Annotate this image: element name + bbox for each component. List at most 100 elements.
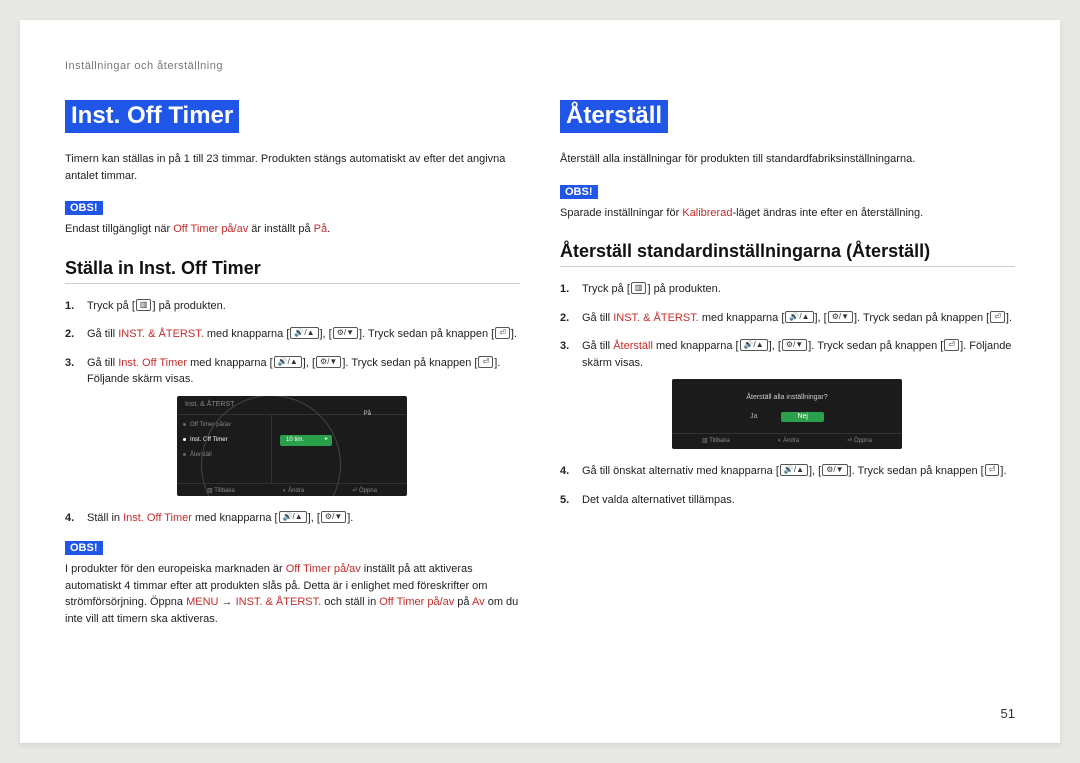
right-column: Återställ Återställ alla inställningar f… [560, 100, 1015, 647]
osd-footer-item: ▥ Tillbaka [702, 437, 730, 446]
text: Ställ in [87, 512, 123, 524]
osd-question: Återställ alla inställningar? [672, 379, 902, 412]
text: Gå till önskat alternativ med knapparna … [582, 465, 779, 477]
text: ] på produkten. [647, 283, 720, 295]
channel-down-icon: ⚙/▼ [782, 339, 807, 351]
accent-text: INST. & ÅTERST. [236, 596, 322, 608]
text: ], [ [303, 357, 315, 369]
right-subheading: Återställ standardinställningarna (Åters… [560, 241, 1015, 267]
manual-page: Inställningar och återställning Inst. Of… [20, 20, 1060, 743]
page-number: 51 [1001, 706, 1015, 721]
osd-option-yes: Ja [750, 412, 757, 423]
text: ]. Tryck sedan på knappen [ [359, 328, 494, 340]
accent-text: Off Timer på/av [173, 223, 248, 235]
page-header: Inställningar och återställning [65, 60, 1015, 72]
content-columns: Inst. Off Timer Timern kan ställas in på… [65, 100, 1015, 647]
text: med knapparna [ [187, 357, 273, 369]
text: -läget ändras inte efter en återställnin… [732, 207, 923, 219]
volume-up-icon: 🔊/▲ [785, 311, 813, 323]
text: ], [ [809, 465, 821, 477]
step-item: Gå till önskat alternativ med knapparna … [560, 463, 1015, 480]
accent-text: På [314, 223, 327, 235]
step-item: Gå till Återställ med knapparna [🔊/▲], [… [560, 338, 1015, 449]
accent-text: Off Timer på/av [379, 596, 454, 608]
text: ]. Tryck sedan på knappen [ [808, 340, 943, 352]
osd-screenshot-right: Återställ alla inställningar? Ja Nej ▥ T… [672, 379, 902, 449]
text: I produkter för den europeiska marknaden… [65, 563, 286, 575]
text: ]. Tryck sedan på knappen [ [854, 312, 989, 324]
step-item: Gå till Inst. Off Timer med knapparna [🔊… [65, 355, 520, 496]
left-steps-list: Tryck på [▥] på produkten. Gå till INST.… [65, 298, 520, 527]
enter-icon: ⏎ [495, 327, 510, 339]
enter-icon: ⏎ [944, 339, 959, 351]
text: Gå till [87, 328, 118, 340]
enter-icon: ⏎ [478, 356, 493, 368]
accent-text: INST. & ÅTERST. [118, 328, 204, 340]
text: Endast tillgängligt när [65, 223, 173, 235]
left-intro: Timern kan ställas in på 1 till 23 timma… [65, 151, 520, 184]
text: → [218, 596, 235, 608]
volume-up-icon: 🔊/▲ [740, 339, 768, 351]
volume-up-icon: 🔊/▲ [274, 356, 302, 368]
channel-down-icon: ⚙/▼ [321, 511, 346, 523]
accent-text: Off Timer på/av [286, 563, 361, 575]
step-item: Ställ in Inst. Off Timer med knapparna [… [65, 510, 520, 527]
volume-up-icon: 🔊/▲ [780, 464, 808, 476]
text: ], [ [769, 340, 781, 352]
text: Sparade inställningar för [560, 207, 682, 219]
text: Gå till [582, 340, 613, 352]
left-note-1: Endast tillgängligt när Off Timer på/av … [65, 221, 520, 238]
section-title-right: Återställ [560, 100, 668, 133]
accent-text: Inst. Off Timer [118, 357, 187, 369]
menu-icon: ▥ [136, 299, 152, 311]
text: är inställt på [248, 223, 313, 235]
step-item: Det valda alternativet tillämpas. [560, 492, 1015, 509]
text: Det valda alternativet tillämpas. [582, 494, 735, 506]
osd-footer-item: ⏎ Öppna [352, 487, 377, 496]
text: och ställ in [321, 596, 379, 608]
accent-text: Återställ [613, 340, 653, 352]
right-steps-list: Tryck på [▥] på produkten. Gå till INST.… [560, 281, 1015, 508]
obs-badge: OBS! [65, 541, 103, 555]
text: med knapparna [ [204, 328, 290, 340]
channel-down-icon: ⚙/▼ [316, 356, 341, 368]
obs-badge: OBS! [65, 201, 103, 215]
enter-icon: ⏎ [985, 464, 1000, 476]
text: ]. [1006, 312, 1012, 324]
step-item: Gå till INST. & ÅTERST. med knapparna [🔊… [560, 310, 1015, 327]
accent-text: Av [472, 596, 485, 608]
text: Tryck på [ [87, 300, 135, 312]
channel-down-icon: ⚙/▼ [828, 311, 853, 323]
osd-value: På [364, 410, 371, 419]
menu-icon: ▥ [631, 282, 647, 294]
text: Gå till [87, 357, 118, 369]
step-item: Gå till INST. & ÅTERST. med knapparna [🔊… [65, 326, 520, 343]
right-note: Sparade inställningar för Kalibrerad-läg… [560, 205, 1015, 222]
accent-text: Kalibrerad [682, 207, 732, 219]
left-column: Inst. Off Timer Timern kan ställas in på… [65, 100, 520, 647]
left-note-2: I produkter för den europeiska marknaden… [65, 561, 520, 627]
text: ], [ [815, 312, 827, 324]
osd-option-no: Nej [781, 412, 824, 423]
text: ]. Tryck sedan på knappen [ [849, 465, 984, 477]
osd-screenshot-left: Inst. & ÅTERST. Off Timer på/av Inst. Of… [177, 396, 407, 496]
text: ]. [511, 328, 517, 340]
left-subheading: Ställa in Inst. Off Timer [65, 258, 520, 284]
text: med knapparna [ [192, 512, 278, 524]
text: på [454, 596, 472, 608]
osd-selected-pill: 10 tim. [280, 435, 332, 446]
enter-icon: ⏎ [990, 311, 1005, 323]
osd-footer-item: ◐ Ändra [778, 437, 799, 446]
channel-down-icon: ⚙/▼ [822, 464, 847, 476]
text: ], [ [308, 512, 320, 524]
text: ]. [347, 512, 353, 524]
volume-up-icon: 🔊/▲ [279, 511, 307, 523]
accent-text: Inst. Off Timer [123, 512, 192, 524]
text: med knapparna [ [653, 340, 739, 352]
text: ] på produkten. [152, 300, 225, 312]
text: Tryck på [ [582, 283, 630, 295]
text: Gå till [582, 312, 613, 324]
right-intro: Återställ alla inställningar för produkt… [560, 151, 1015, 168]
channel-down-icon: ⚙/▼ [333, 327, 358, 339]
osd-footer-item: ⏎ Öppna [847, 437, 872, 446]
